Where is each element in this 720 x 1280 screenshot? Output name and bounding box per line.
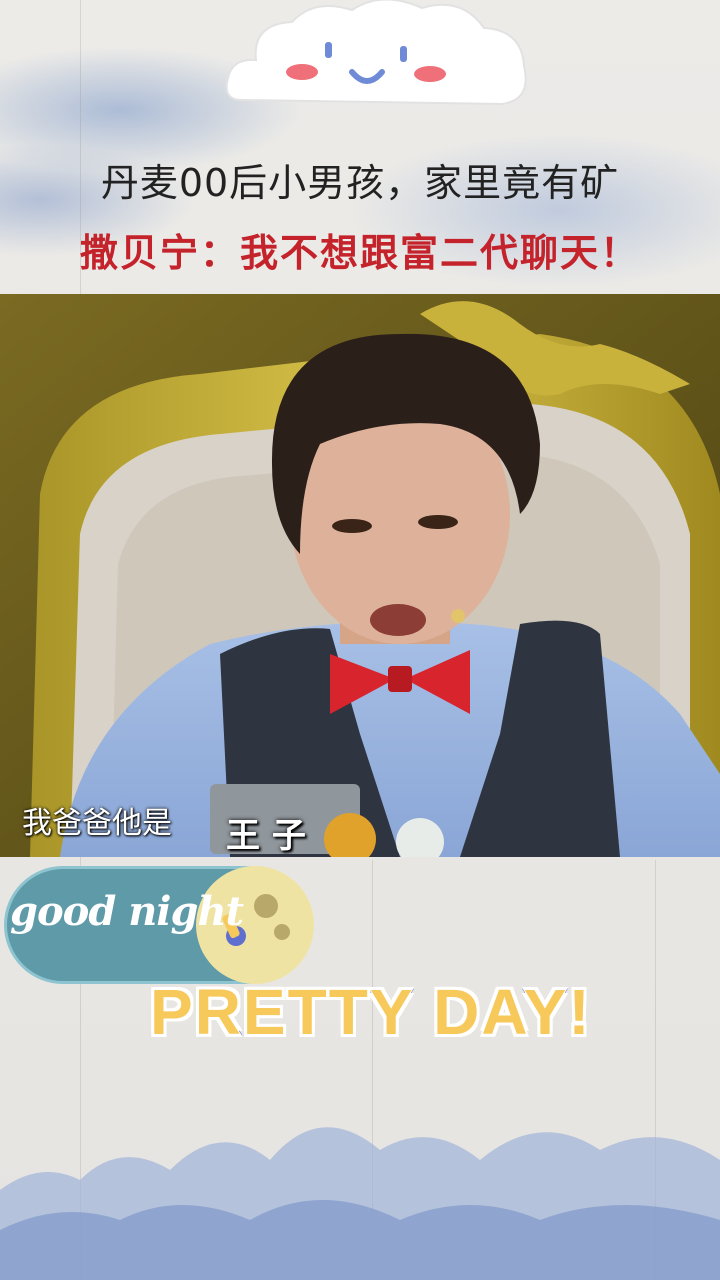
name-card-caption: 王 子 xyxy=(226,816,306,856)
video-still-image xyxy=(0,294,720,857)
video-frame[interactable] xyxy=(0,294,720,857)
pretty-day-text: PRETTY DAY! xyxy=(149,975,592,1050)
headline-secondary: 撒贝宁：我不想跟富二代聊天！ xyxy=(79,231,640,275)
headline-primary: 丹麦00后小男孩，家里竟有矿 xyxy=(100,161,620,205)
cloud-face-icon xyxy=(225,0,527,106)
video-subtitle: 我爸爸他是 xyxy=(22,806,172,841)
good-night-text: good night xyxy=(10,888,244,935)
mountain-watercolor-decoration xyxy=(0,1127,720,1280)
